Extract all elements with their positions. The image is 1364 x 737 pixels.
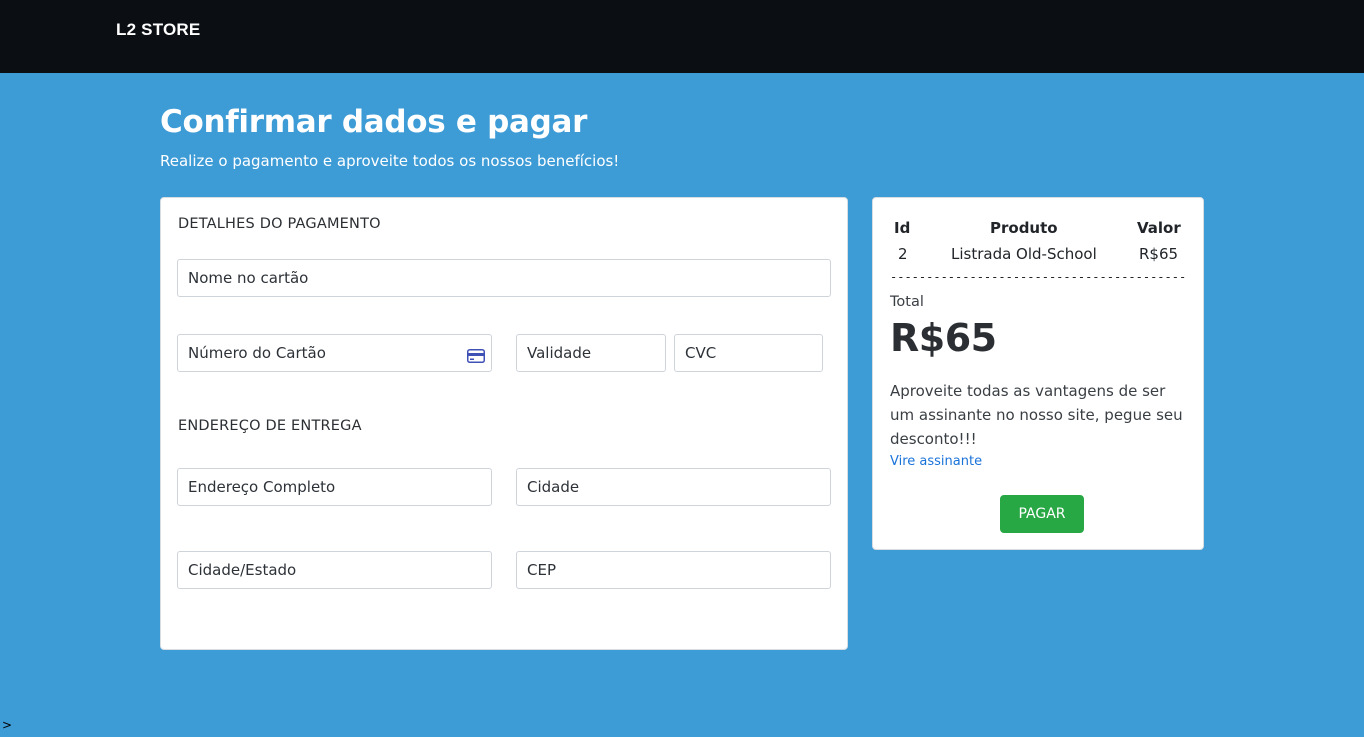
credit-card-icon <box>467 348 485 363</box>
payment-details-title: DETALHES DO PAGAMENTO <box>178 216 381 232</box>
card-name-input[interactable] <box>177 259 831 297</box>
address-input[interactable] <box>177 468 492 506</box>
navbar: L2 STORE <box>0 0 1364 73</box>
corner-glyph: > <box>2 718 13 732</box>
row-product: Listrada Old-School <box>951 245 1097 263</box>
subscribe-link[interactable]: Vire assinante <box>890 454 982 469</box>
expiry-input[interactable] <box>516 334 666 372</box>
shipping-address-title: ENDEREÇO DE ENTREGA <box>178 418 362 434</box>
payment-card: DETALHES DO PAGAMENTO ENDEREÇO DE ENTREG… <box>160 197 848 650</box>
column-header-product: Produto <box>990 219 1058 237</box>
column-header-value: Valor <box>1137 219 1181 237</box>
column-header-id: Id <box>894 219 911 237</box>
row-id: 2 <box>898 245 908 263</box>
zip-input[interactable] <box>516 551 831 589</box>
page-title: Confirmar dados e pagar <box>160 104 588 140</box>
page-subtitle: Realize o pagamento e aproveite todos os… <box>160 152 620 170</box>
city-input[interactable] <box>516 468 831 506</box>
cvc-input[interactable] <box>674 334 823 372</box>
row-value: R$65 <box>1139 245 1179 263</box>
pay-button[interactable]: PAGAR <box>1000 495 1084 533</box>
total-value: R$65 <box>890 316 997 360</box>
card-number-input[interactable] <box>177 334 492 372</box>
total-label: Total <box>890 294 924 310</box>
order-summary-card: Id Produto Valor 2 Listrada Old-School R… <box>872 197 1204 550</box>
city-state-input[interactable] <box>177 551 492 589</box>
separator-line: ----------------------------------------… <box>890 270 1187 284</box>
brand-logo[interactable]: L2 STORE <box>116 20 200 40</box>
promo-text: Aproveite todas as vantagens de ser um a… <box>890 382 1183 448</box>
